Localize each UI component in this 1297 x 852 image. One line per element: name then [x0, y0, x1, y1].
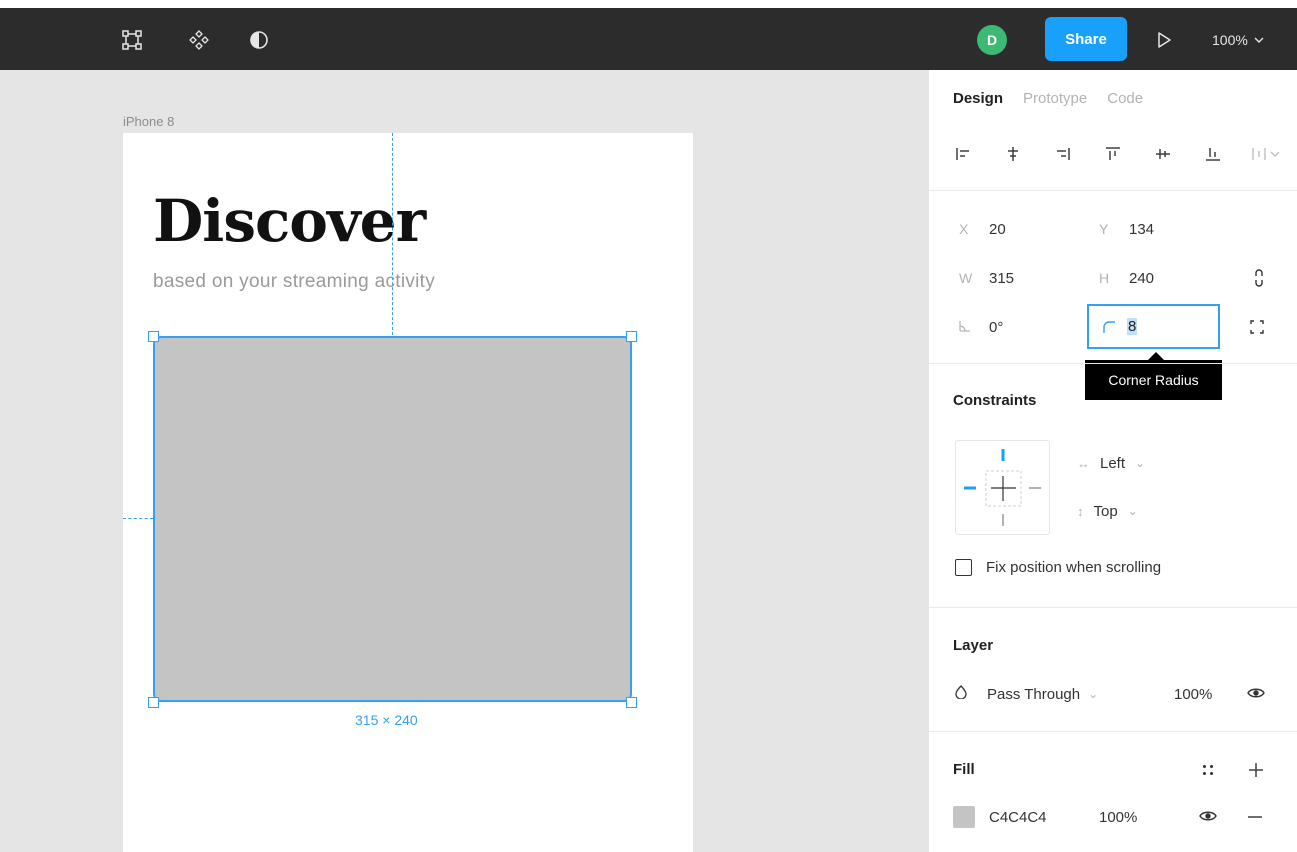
- height-field[interactable]: H 240: [1099, 266, 1154, 290]
- blend-mode-dropdown[interactable]: Pass Through ⌄: [987, 686, 1098, 703]
- fix-position-option[interactable]: Fix position when scrolling: [955, 559, 1161, 576]
- properties-panel: Design Prototype Code X 20 Y 134 W 315 H…: [928, 70, 1297, 852]
- h-label: H: [1099, 270, 1110, 286]
- chevron-down-icon: ⌄: [1135, 456, 1146, 470]
- align-left-icon[interactable]: [951, 142, 975, 166]
- panel-tabs: Design Prototype Code: [953, 90, 1143, 107]
- discover-heading[interactable]: Discover: [153, 187, 426, 255]
- fix-position-checkbox[interactable]: [955, 559, 972, 576]
- h-value: 240: [1129, 269, 1155, 287]
- tooltip-arrow: [1148, 352, 1164, 360]
- add-fill-icon[interactable]: [1245, 759, 1267, 781]
- vertical-guide: [392, 133, 393, 335]
- blend-mode-value: Pass Through: [987, 685, 1081, 703]
- layer-opacity-field[interactable]: 100%: [1174, 686, 1212, 703]
- width-field[interactable]: W 315: [959, 266, 1014, 290]
- resize-handle-top-right[interactable]: [626, 331, 637, 342]
- y-field[interactable]: Y 134: [1099, 217, 1154, 241]
- resize-handle-bottom-right[interactable]: [626, 697, 637, 708]
- fill-row: C4C4C4 100%: [953, 805, 1275, 829]
- play-icon[interactable]: [1152, 28, 1176, 52]
- tab-design[interactable]: Design: [953, 90, 1003, 107]
- iphone-frame[interactable]: Discover based on your streaming activit…: [123, 133, 693, 852]
- corner-radius-input[interactable]: 8: [1087, 304, 1220, 349]
- fill-color-swatch[interactable]: [953, 806, 975, 828]
- divider: [929, 607, 1297, 608]
- zoom-dropdown[interactable]: 100%: [1212, 29, 1264, 51]
- constraints-widget[interactable]: [955, 440, 1050, 535]
- vertical-constraint-value: Top: [1093, 502, 1118, 520]
- tab-code[interactable]: Code: [1107, 90, 1143, 107]
- y-label: Y: [1099, 221, 1109, 237]
- x-value: 20: [989, 220, 1006, 238]
- theme-contrast-icon[interactable]: [246, 27, 272, 53]
- blend-mode-icon: [955, 685, 977, 703]
- constrain-proportions-icon[interactable]: [1247, 266, 1271, 290]
- w-label: W: [959, 270, 973, 286]
- divider: [929, 190, 1297, 191]
- independent-corners-icon[interactable]: [1245, 315, 1269, 339]
- chevron-down-icon: ⌄: [1127, 504, 1138, 518]
- align-right-icon[interactable]: [1051, 142, 1075, 166]
- horizontal-guide: [123, 518, 153, 519]
- tab-prototype[interactable]: Prototype: [1023, 90, 1087, 107]
- user-avatar[interactable]: D: [977, 25, 1007, 55]
- horizontal-constraint-value: Left: [1100, 454, 1126, 472]
- share-button[interactable]: Share: [1045, 17, 1127, 61]
- components-icon[interactable]: [186, 27, 212, 53]
- remove-fill-icon[interactable]: [1247, 809, 1263, 825]
- vertical-arrows-icon: ↕: [1077, 503, 1084, 519]
- rotation-icon: [959, 319, 989, 335]
- layer-row: Pass Through ⌄ 100%: [955, 682, 1275, 706]
- divider: [929, 363, 1297, 364]
- dimension-label: 315 × 240: [355, 712, 418, 728]
- eye-icon[interactable]: [1247, 686, 1265, 700]
- align-top-icon[interactable]: [1101, 142, 1125, 166]
- vertical-constraint-dropdown[interactable]: ↕ Top ⌄: [1077, 499, 1138, 523]
- chevron-down-icon: ⌄: [1088, 687, 1099, 701]
- fill-title: Fill: [953, 761, 975, 778]
- constraints-title: Constraints: [953, 392, 1037, 409]
- corner-radius-value: 8: [1127, 318, 1138, 335]
- corner-radius-tooltip: Corner Radius: [1085, 360, 1222, 400]
- fill-opacity-field[interactable]: 100%: [1099, 809, 1137, 826]
- resize-handle-top-left[interactable]: [148, 331, 159, 342]
- zoom-value: 100%: [1212, 32, 1248, 48]
- style-grid-icon[interactable]: [1197, 759, 1219, 781]
- horizontal-constraint-dropdown[interactable]: ↔ Left ⌄: [1077, 451, 1145, 475]
- corner-radius-icon: [1103, 320, 1115, 333]
- w-value: 315: [989, 269, 1015, 287]
- align-vertical-center-icon[interactable]: [1151, 142, 1175, 166]
- resize-handle-bottom-left[interactable]: [148, 697, 159, 708]
- top-margin: [0, 0, 1297, 8]
- divider: [929, 731, 1297, 732]
- layer-title: Layer: [953, 637, 994, 654]
- align-horizontal-center-icon[interactable]: [1001, 142, 1025, 166]
- frame-name-label[interactable]: iPhone 8: [123, 114, 174, 129]
- toolbar: D Share 100%: [0, 8, 1297, 70]
- horizontal-arrows-icon: ↔: [1077, 455, 1090, 471]
- frame-tool-icon[interactable]: [119, 27, 145, 53]
- x-label: X: [959, 221, 969, 237]
- y-value: 134: [1129, 220, 1155, 238]
- fix-position-label: Fix position when scrolling: [986, 559, 1162, 576]
- chevron-down-icon: [1254, 37, 1264, 43]
- align-bottom-icon[interactable]: [1201, 142, 1225, 166]
- fill-hex-field[interactable]: C4C4C4: [989, 809, 1047, 826]
- rotation-value: 0°: [989, 318, 1004, 336]
- design-canvas[interactable]: iPhone 8 Discover based on your streamin…: [0, 70, 928, 852]
- distribute-icon[interactable]: [1251, 142, 1281, 166]
- alignment-toolbar: [951, 142, 1281, 166]
- x-field[interactable]: X 20: [959, 217, 1006, 241]
- selected-rectangle[interactable]: [153, 336, 632, 702]
- eye-icon[interactable]: [1199, 809, 1217, 823]
- rotation-field[interactable]: 0°: [959, 315, 1003, 339]
